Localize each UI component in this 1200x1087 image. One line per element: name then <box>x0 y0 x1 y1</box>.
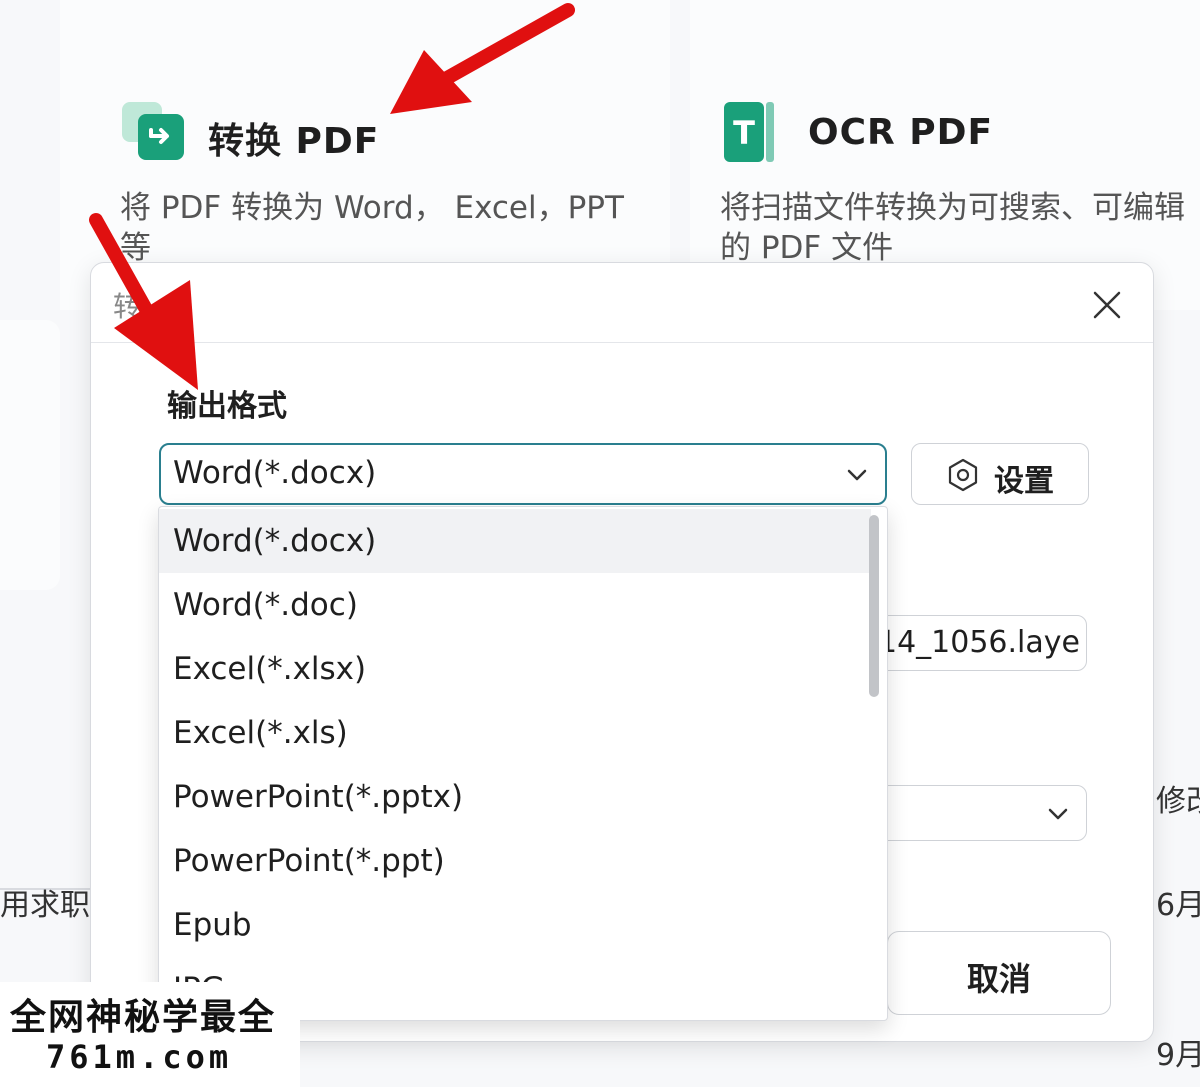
settings-button[interactable]: 设置 <box>911 443 1089 505</box>
cancel-label: 取消 <box>966 960 1031 998</box>
watermark-line2: 761m.com <box>46 1038 233 1076</box>
output-format-select[interactable]: Word(*.docx) <box>159 443 887 505</box>
chevron-down-icon <box>847 469 867 481</box>
watermark: 全网神秘学最全 761m.com <box>0 982 300 1087</box>
background-date-fragment-2: 9月 <box>1156 1038 1200 1073</box>
ocr-pdf-desc-line1: 将扫描文件转换为可搜索、可编辑 <box>720 190 1185 226</box>
selected-format-value: Word(*.docx) <box>173 455 377 491</box>
cancel-button[interactable]: 取消 <box>887 931 1111 1015</box>
convert-arrow-icon <box>122 102 184 160</box>
background-modified-header: 修改 <box>1156 784 1200 819</box>
settings-label: 设置 <box>994 464 1054 499</box>
background-file-name-fragment: 用求职 <box>0 888 90 923</box>
dropdown-option[interactable]: Word(*.doc) <box>159 573 871 637</box>
close-icon[interactable] <box>1087 285 1127 325</box>
annotation-arrow-icon <box>89 213 198 390</box>
dialog-header: 转 <box>91 263 1153 343</box>
convert-pdf-title: 转换 PDF <box>208 121 380 162</box>
format-dropdown-list: Word(*.docx) Word(*.doc) Excel(*.xlsx) E… <box>158 506 888 1021</box>
ocr-pdf-title: OCR PDF <box>808 112 994 153</box>
dropdown-option[interactable]: Excel(*.xls) <box>159 701 871 765</box>
annotation-arrow-icon <box>390 3 575 114</box>
watermark-line1: 全网神秘学最全 <box>10 997 277 1038</box>
background-panel <box>0 320 60 590</box>
dropdown-scrollbar[interactable] <box>869 515 879 697</box>
svg-text:T: T <box>733 114 755 152</box>
dropdown-option[interactable]: Excel(*.xlsx) <box>159 637 871 701</box>
chevron-down-icon <box>1048 808 1068 820</box>
dropdown-option[interactable]: PowerPoint(*.pptx) <box>159 765 871 829</box>
ocr-t-icon: T <box>724 102 774 162</box>
dropdown-option[interactable]: Epub <box>159 893 871 957</box>
background-date-fragment: 6月 <box>1156 888 1200 923</box>
gear-icon <box>948 458 978 492</box>
output-path-value: 14_1056.laye <box>878 625 1080 660</box>
dropdown-option[interactable]: Word(*.docx) <box>159 509 871 573</box>
dropdown-option[interactable]: PowerPoint(*.ppt) <box>159 829 871 893</box>
